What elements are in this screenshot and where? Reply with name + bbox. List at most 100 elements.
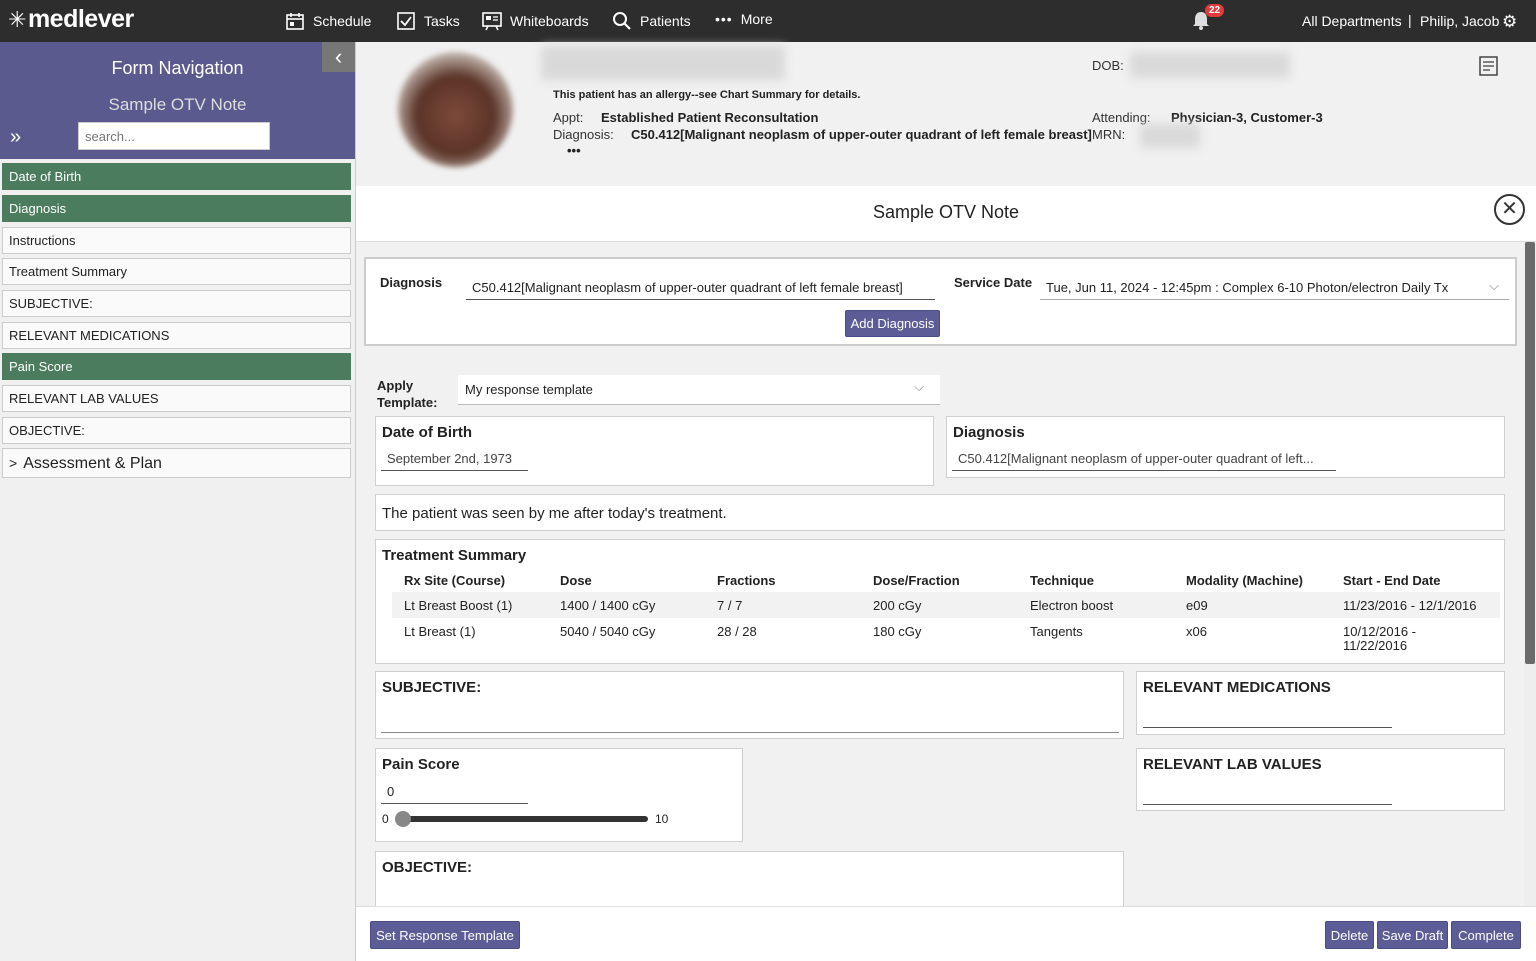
more-dots-icon: •••	[715, 11, 733, 27]
table-header-rx-site: Rx Site (Course)	[404, 573, 506, 588]
treatment-summary-section: Treatment Summary Rx Site (Course) Dose …	[375, 539, 1505, 664]
service-date-value: Tue, Jun 11, 2024 - 12:45pm : Complex 6-…	[1046, 280, 1449, 295]
table-cell: 200 cGy	[873, 598, 922, 613]
diagnosis-section-title: Diagnosis	[953, 424, 1025, 441]
table-cell: e09	[1186, 598, 1208, 613]
nav-whiteboards[interactable]: Whiteboards	[482, 11, 589, 31]
add-diagnosis-button[interactable]: Add Diagnosis	[845, 310, 940, 337]
form-footer: Set Response Template Delete Save Draft …	[356, 906, 1536, 961]
objective-section: OBJECTIVE:	[375, 851, 1124, 911]
diagnosis-field-input[interactable]: C50.412[Malignant neoplasm of upper-oute…	[466, 280, 935, 300]
sidebar-search-input[interactable]	[78, 122, 270, 150]
patient-header	[356, 42, 1536, 186]
date-of-birth-title: Date of Birth	[382, 424, 472, 441]
medlever-logo[interactable]: ✳medlever	[8, 5, 134, 34]
table-cell: 28 / 28	[717, 624, 757, 639]
nav-more-label: More	[740, 11, 773, 27]
attending-label: Attending:	[1092, 110, 1151, 125]
chevron-down-icon: ⌵	[914, 379, 924, 394]
user-menu[interactable]: Philip, Jacob	[1420, 13, 1499, 29]
set-response-template-button[interactable]: Set Response Template	[370, 921, 520, 949]
table-cell: 1400 / 1400 cGy	[560, 598, 656, 613]
apply-template-value: My response template	[465, 382, 593, 397]
whiteboard-icon	[482, 12, 502, 31]
attending-value: Physician-3, Customer-3	[1171, 110, 1323, 125]
sidebar-item-subjective[interactable]: SUBJECTIVE:	[2, 290, 351, 317]
service-date-select[interactable]: Tue, Jun 11, 2024 - 12:45pm : Complex 6-…	[1040, 278, 1509, 300]
expand-all-icon[interactable]: »	[10, 126, 21, 149]
sidebar-item-relevant-medications[interactable]: RELEVANT MEDICATIONS	[2, 322, 351, 349]
close-form-icon[interactable]: ✕	[1494, 194, 1525, 225]
patient-more-icon[interactable]: •••	[567, 143, 581, 158]
chevron-right-icon: >	[9, 455, 18, 471]
sidebar-item-date-of-birth[interactable]: Date of Birth	[2, 163, 351, 190]
table-row-highlight	[392, 592, 1500, 618]
patient-name-redacted	[541, 46, 785, 80]
sidebar-item-treatment-summary[interactable]: Treatment Summary	[2, 258, 351, 285]
dob-label: DOB:	[1092, 58, 1124, 73]
date-of-birth-section: Date of Birth September 2nd, 1973	[375, 416, 934, 486]
relevant-medications-input[interactable]	[1143, 727, 1392, 728]
apply-template-select[interactable]: My response template ⌵	[458, 375, 940, 405]
apply-template-label: Apply Template:	[377, 378, 438, 410]
subjective-section: SUBJECTIVE:	[375, 671, 1124, 739]
diagnosis-service-panel	[364, 257, 1517, 346]
subjective-input[interactable]	[381, 732, 1119, 733]
pain-score-section: Pain Score 0 0 10	[375, 748, 743, 842]
date-of-birth-value[interactable]: September 2nd, 1973	[381, 451, 528, 471]
table-header-technique: Technique	[1030, 573, 1095, 588]
sidebar-item-instructions[interactable]: Instructions	[2, 227, 351, 254]
service-date-label: Service Date	[954, 275, 1033, 290]
table-header-fractions: Fractions	[717, 573, 776, 588]
sidebar-item-assessment-plan[interactable]: > Assessment & Plan	[2, 448, 351, 478]
treatment-summary-title: Treatment Summary	[382, 547, 527, 564]
pain-score-input[interactable]: 0	[381, 784, 528, 804]
table-cell: 11/23/2016 - 12/1/2016	[1343, 598, 1477, 613]
table-header-dose: Dose	[560, 573, 592, 588]
nav-schedule[interactable]: Schedule	[285, 11, 371, 31]
nav-tasks-label: Tasks	[424, 13, 460, 29]
table-cell: 11/22/2016	[1343, 638, 1408, 653]
table-cell: Lt Breast Boost (1)	[404, 598, 513, 613]
table-cell: x06	[1186, 624, 1207, 639]
sidebar-item-diagnosis[interactable]: Diagnosis	[2, 195, 351, 222]
checkbox-icon	[397, 12, 415, 30]
form-title: Sample OTV Note	[872, 202, 1020, 222]
save-draft-button[interactable]: Save Draft	[1377, 921, 1448, 949]
header-separator: |	[1408, 12, 1412, 28]
diagnosis-field-label: Diagnosis	[380, 275, 443, 290]
table-cell: 7 / 7	[717, 598, 743, 613]
relevant-lab-values-title: RELEVANT LAB VALUES	[1143, 756, 1322, 773]
sidebar-item-objective[interactable]: OBJECTIVE:	[2, 417, 351, 444]
sidebar-item-pain-score[interactable]: Pain Score	[2, 353, 351, 380]
gear-icon[interactable]: ⚙	[1502, 12, 1517, 32]
nav-more[interactable]: ••• More	[715, 11, 773, 27]
table-cell: Tangents	[1030, 624, 1083, 639]
pain-score-slider-thumb[interactable]	[395, 811, 411, 827]
search-icon	[613, 12, 631, 30]
complete-button[interactable]: Complete	[1451, 921, 1521, 949]
nav-tasks[interactable]: Tasks	[396, 11, 460, 31]
allergy-notice[interactable]: This patient has an allergy--see Chart S…	[553, 89, 860, 101]
chevron-down-icon: ⌵	[1489, 278, 1499, 293]
sidebar-item-relevant-lab-values[interactable]: RELEVANT LAB VALUES	[2, 385, 351, 412]
relevant-medications-section: RELEVANT MEDICATIONS	[1136, 671, 1505, 735]
relevant-lab-values-input[interactable]	[1143, 804, 1392, 805]
pain-score-min: 0	[382, 812, 389, 826]
diagnosis-value: C50.412[Malignant neoplasm of upper-oute…	[631, 127, 1092, 142]
top-navigation-bar: ✳medlever Schedule Tasks Whiteboards Pat…	[0, 0, 1536, 42]
scrollbar-thumb[interactable]	[1525, 242, 1535, 664]
diagnosis-section-value[interactable]: C50.412[Malignant neoplasm of upper-oute…	[952, 451, 1336, 471]
nav-patients[interactable]: Patients	[612, 11, 691, 31]
table-cell: Electron boost	[1030, 598, 1114, 613]
notes-icon[interactable]	[1478, 55, 1500, 77]
department-selector[interactable]: All Departments	[1302, 13, 1402, 29]
dob-redacted	[1130, 52, 1290, 78]
medlever-star-icon: ✳	[8, 7, 26, 32]
form-title-bar: Sample OTV Note	[356, 186, 1536, 242]
pain-score-title: Pain Score	[382, 756, 460, 773]
logo-text: medlever	[27, 5, 134, 33]
table-header-modality: Modality (Machine)	[1186, 573, 1304, 588]
delete-button[interactable]: Delete	[1325, 921, 1374, 949]
pain-score-slider-track[interactable]	[398, 816, 648, 822]
